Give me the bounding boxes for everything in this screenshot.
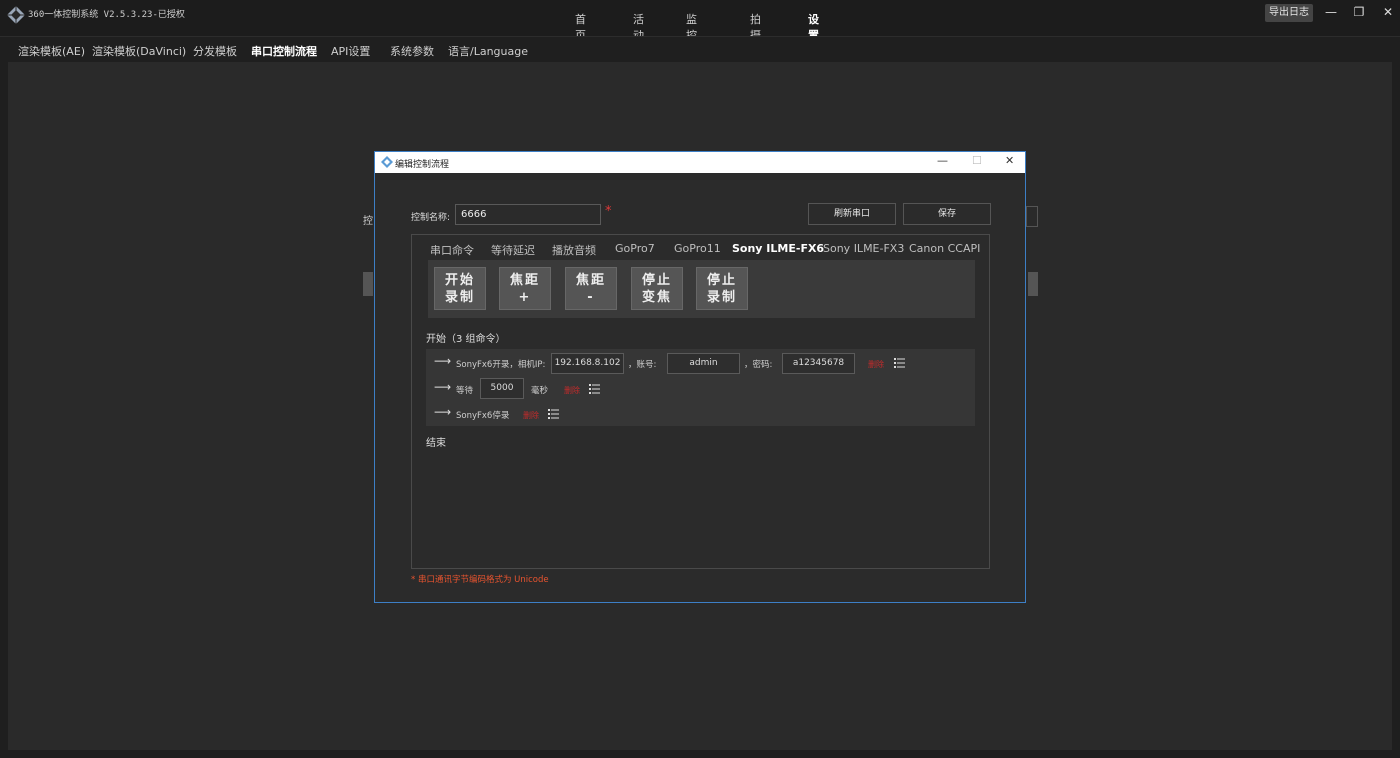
focus-minus-button[interactable]: 焦距 - [565,267,617,310]
subnav-distribution-template[interactable]: 分发模板 [193,43,237,59]
stop-zoom-button[interactable]: 停止 变焦 [631,267,683,310]
tab-sony-fx3[interactable]: Sony ILME-FX3 [823,242,904,255]
wait-ms-input[interactable]: 5000 [480,378,524,399]
focus-plus-line2: + [518,290,532,305]
dialog-title-bar: 编辑控制流程 — ☐ ✕ [375,152,1025,173]
step2-unit: 毫秒 [531,386,549,396]
background-input-right [1026,206,1038,227]
dialog-title: 编辑控制流程 [395,160,450,170]
stop-record-line2: 录制 [706,290,737,305]
restore-icon[interactable]: ❐ [1350,3,1368,21]
password-label: ，密码: [744,360,773,370]
tab-sony-fx6[interactable]: Sony ILME-FX6 [732,242,824,255]
dialog-minimize-icon[interactable]: — [937,154,948,167]
control-name-label: 控制名称: [411,213,451,223]
step3-delete-link[interactable]: 删除 [523,410,539,421]
export-log-button[interactable]: 导出日志 [1265,4,1313,22]
background-button-right [1028,272,1038,296]
required-mark: * [605,204,612,219]
tab-canon-ccapi[interactable]: Canon CCAPI [909,242,980,255]
stop-zoom-line2: 变焦 [641,290,672,305]
step1-arrow-icon: ⟶ [434,354,452,368]
stop-record-button[interactable]: 停止 录制 [696,267,748,310]
start-record-line2: 录制 [444,290,475,305]
focus-minus-line2: - [587,290,595,305]
step2-delete-link[interactable]: 删除 [564,385,580,396]
start-record-button[interactable]: 开始 录制 [434,267,486,310]
step2-arrow-icon: ⟶ [434,380,452,394]
account-label: ，账号: [628,360,657,370]
subnav-davinci-template[interactable]: 渲染模板(DaVinci) [92,43,186,59]
step2-list-icon[interactable] [589,384,600,394]
flow-steps: ⟶ SonyFx6开录，相机IP: 192.168.8.102 ，账号: adm… [426,349,975,426]
control-name-input[interactable]: 6666 [455,204,601,225]
app-logo-icon [7,6,25,24]
subnav-system-params[interactable]: 系统参数 [390,43,434,59]
encoding-footnote: * 串口通讯字节编码格式为 Unicode [411,575,549,585]
edit-flow-dialog: 编辑控制流程 — ☐ ✕ 控制名称: 6666 * 刷新串口 保存 串口命令 等… [374,151,1026,603]
refresh-serial-button[interactable]: 刷新串口 [808,203,896,225]
subnav-api-settings[interactable]: API设置 [331,43,370,59]
tab-gopro7[interactable]: GoPro7 [615,242,655,255]
dialog-maximize-icon: ☐ [972,154,982,167]
password-input[interactable]: a12345678 [782,353,855,374]
step1-text: SonyFx6开录，相机IP: [456,360,546,370]
step2-text: 等待 [456,386,474,396]
dialog-logo-icon [381,156,393,168]
step3-list-icon[interactable] [548,409,559,419]
flow-start-label: 开始（3 组命令） [426,334,506,345]
focus-plus-line1: 焦距 [509,273,540,288]
settings-subnav: 渲染模板(AE) 渲染模板(DaVinci) 分发模板 串口控制流程 API设置… [0,36,1400,62]
focus-plus-button[interactable]: 焦距 + [499,267,551,310]
step1-list-icon[interactable] [894,358,905,368]
dialog-close-icon[interactable]: ✕ [1005,154,1014,167]
subnav-ae-template[interactable]: 渲染模板(AE) [18,43,85,59]
command-button-bar: 开始 录制 焦距 + 焦距 - 停止 变焦 停止 录制 [428,260,975,318]
start-record-line1: 开始 [444,273,475,288]
stop-record-line1: 停止 [706,273,737,288]
title-bar: 360一体控制系统 V2.5.3.23-已授权 首页 活动 监控台 拍摄 设置 … [0,0,1400,58]
background-label: 控 [363,216,373,227]
tab-gopro11[interactable]: GoPro11 [674,242,721,255]
tab-wait-delay[interactable]: 等待延迟 [491,242,535,258]
tab-play-audio[interactable]: 播放音频 [552,242,596,258]
command-panel: 串口命令 等待延迟 播放音频 GoPro7 GoPro11 Sony ILME-… [411,234,990,569]
step3-text: SonyFx6停录 [456,411,510,421]
save-button[interactable]: 保存 [903,203,991,225]
stop-zoom-line1: 停止 [641,273,672,288]
account-input[interactable]: admin [667,353,740,374]
flow-end-label: 结束 [426,438,446,449]
tab-serial-command[interactable]: 串口命令 [430,242,474,258]
step1-delete-link[interactable]: 删除 [868,359,884,370]
subnav-language[interactable]: 语言/Language [448,43,528,59]
subnav-serial-flow[interactable]: 串口控制流程 [251,43,317,59]
step3-arrow-icon: ⟶ [434,405,452,419]
focus-minus-line1: 焦距 [575,273,606,288]
app-title: 360一体控制系统 V2.5.3.23-已授权 [28,10,185,20]
background-button-left [363,272,373,296]
camera-ip-input[interactable]: 192.168.8.102 [551,353,624,374]
minimize-icon[interactable]: — [1322,3,1340,21]
close-icon[interactable]: ✕ [1379,3,1397,21]
